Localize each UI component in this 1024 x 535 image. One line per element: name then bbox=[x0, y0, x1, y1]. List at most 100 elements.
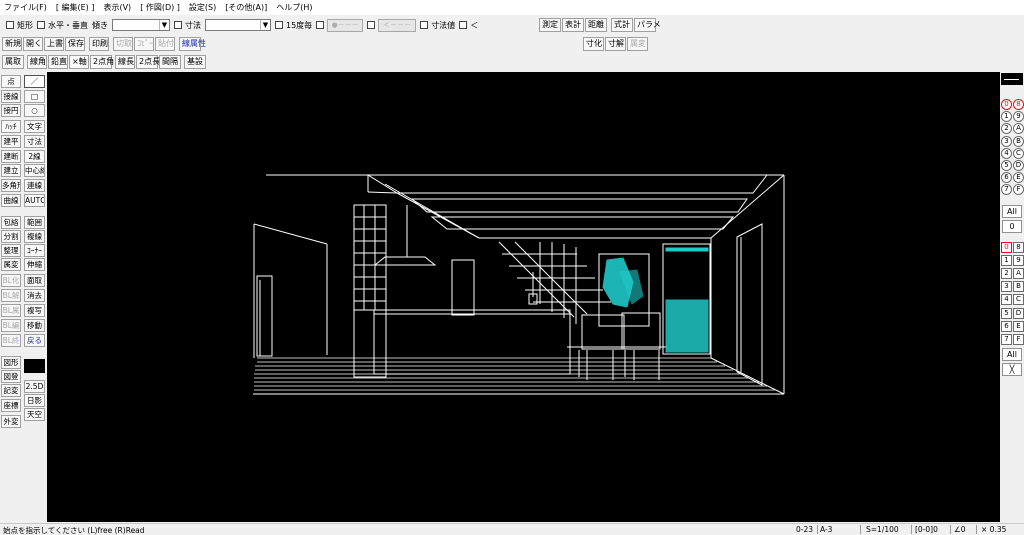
open-button[interactable]: 開く bbox=[23, 37, 43, 51]
palette-tool-9[interactable]: 包絡 bbox=[1, 216, 21, 229]
menu-file[interactable]: ファイル(F) bbox=[4, 2, 47, 13]
palette-tool-b9[interactable]: 範囲 bbox=[24, 216, 45, 229]
palette-tool-21[interactable]: 座標 bbox=[1, 399, 21, 412]
copy-button[interactable]: ｺﾋﾟｰ bbox=[134, 37, 154, 51]
dim-convert-button[interactable]: 寸化 bbox=[583, 37, 604, 51]
layer-button[interactable]: 9 bbox=[1013, 255, 1024, 267]
palette-tool-12[interactable]: 属変 bbox=[1, 258, 21, 271]
status-scale[interactable]: S=1/100 bbox=[866, 525, 899, 534]
layer-group-button[interactable]: 3 bbox=[1001, 135, 1012, 147]
layer-button[interactable]: A bbox=[1013, 268, 1024, 280]
menu-settings[interactable]: 設定(S) bbox=[189, 2, 216, 13]
layer-zero-button[interactable]: 0 bbox=[1002, 220, 1022, 233]
arrow-checkbox[interactable] bbox=[367, 21, 376, 29]
palette-tool-b8[interactable]: AUTO bbox=[24, 194, 45, 207]
attr-change-button[interactable]: 属変 bbox=[627, 37, 648, 51]
overwrite-button[interactable]: 上書 bbox=[44, 37, 64, 51]
palette-tool-b3[interactable]: 文字 bbox=[24, 120, 45, 133]
dim-release-button[interactable]: 寸解 bbox=[605, 37, 626, 51]
palette-tool-20[interactable]: 記変 bbox=[1, 384, 21, 397]
layer-group-button[interactable]: 8 bbox=[1013, 99, 1024, 110]
palette-tool-5[interactable]: 建断 bbox=[1, 150, 21, 163]
parameter-button[interactable]: パラメ bbox=[634, 18, 661, 32]
palette-tool-10[interactable]: 分割 bbox=[1, 230, 21, 243]
print-button[interactable]: 印刷 bbox=[89, 37, 109, 51]
table-calc-button[interactable]: 表計 bbox=[562, 18, 584, 32]
palette-tool-b7[interactable]: 連線 bbox=[24, 179, 45, 192]
arrow-line-button[interactable]: ＜－－－ bbox=[378, 18, 417, 32]
palette-tool-2[interactable]: 接円 bbox=[1, 104, 21, 117]
palette-tool-19[interactable]: 図登 bbox=[1, 370, 21, 383]
palette-tool-b11[interactable]: ｺｰﾅｰ bbox=[24, 244, 45, 257]
palette-tool-b16[interactable]: 移動 bbox=[24, 319, 45, 332]
lt-checkbox[interactable] bbox=[459, 21, 468, 29]
palette-tool-b0[interactable]: ／ bbox=[24, 75, 45, 88]
menu-other[interactable]: [その他(A)] bbox=[225, 2, 267, 13]
palette-tool-b6[interactable]: 中心線 bbox=[24, 164, 45, 177]
distance-button[interactable]: 距離 bbox=[585, 18, 607, 32]
dimval-checkbox[interactable] bbox=[420, 21, 429, 29]
status-zoom[interactable]: × 0.35 bbox=[981, 525, 1006, 534]
line-angle-button[interactable]: 線角 bbox=[27, 55, 47, 69]
layer-button[interactable]: 5 bbox=[1001, 307, 1012, 319]
palette-tool-b1[interactable]: □ bbox=[24, 90, 45, 103]
line-length-button[interactable]: 線長 bbox=[115, 55, 135, 69]
all-layers-button[interactable]: All bbox=[1002, 348, 1022, 361]
layer-group-button[interactable]: 6 bbox=[1001, 172, 1012, 184]
layer-button[interactable]: 6 bbox=[1001, 320, 1012, 332]
palette-tool-16[interactable]: BL編 bbox=[1, 319, 21, 332]
palette-tool-7[interactable]: 多角形 bbox=[1, 179, 21, 192]
palette-tool-b10[interactable]: 複線 bbox=[24, 230, 45, 243]
dot-checkbox[interactable] bbox=[316, 21, 325, 29]
dim-combo[interactable]: ▼ bbox=[205, 19, 271, 31]
layer-group-button[interactable]: 4 bbox=[1001, 147, 1012, 159]
layer-button[interactable]: 2 bbox=[1001, 268, 1012, 280]
palette-tool-14[interactable]: BL解 bbox=[1, 289, 21, 302]
status-layer-group[interactable]: [0-0]0 bbox=[915, 525, 938, 534]
palette-tool-0[interactable]: 点 bbox=[1, 75, 21, 88]
layer-group-button[interactable]: 0 bbox=[1001, 99, 1012, 110]
layer-group-button[interactable]: C bbox=[1013, 147, 1024, 159]
palette-tool-22[interactable]: 外変 bbox=[1, 415, 21, 428]
palette-tool-18[interactable]: 図形 bbox=[1, 356, 21, 369]
layer-button[interactable]: C bbox=[1013, 294, 1024, 306]
layer-group-button[interactable]: D bbox=[1013, 160, 1024, 171]
layer-group-button[interactable]: 7 bbox=[1001, 184, 1012, 196]
layer-button[interactable]: 4 bbox=[1001, 294, 1012, 306]
palette-tool-b14[interactable]: 消去 bbox=[24, 289, 45, 302]
menu-draw[interactable]: [ 作図(D) ] bbox=[140, 2, 180, 13]
cut-button[interactable]: 切取 bbox=[113, 37, 133, 51]
base-set-button[interactable]: 基設 bbox=[184, 55, 206, 69]
layer-group-button[interactable]: 2 bbox=[1001, 123, 1012, 135]
palette-tool-3[interactable]: ﾊｯﾁ bbox=[1, 120, 21, 133]
palette-tool-15[interactable]: BL属 bbox=[1, 304, 21, 317]
status-angle[interactable]: ∠0 bbox=[954, 525, 966, 534]
hv-checkbox[interactable] bbox=[37, 21, 45, 29]
interval-button[interactable]: 間隔 bbox=[159, 55, 181, 69]
palette-tool-b20[interactable]: 天空 bbox=[24, 408, 45, 421]
close-icon[interactable]: ╳ bbox=[1002, 363, 1022, 376]
menu-help[interactable]: ヘルプ(H) bbox=[276, 2, 312, 13]
palette-tool-b15[interactable]: 複写 bbox=[24, 304, 45, 317]
status-paper[interactable]: A-3 bbox=[820, 525, 832, 534]
palette-tool-b19[interactable]: 日影 bbox=[24, 394, 45, 407]
palette-tool-b2[interactable]: ○ bbox=[24, 104, 45, 117]
layer-button[interactable]: 1 bbox=[1001, 255, 1012, 267]
menu-edit[interactable]: [ 編集(E) ] bbox=[56, 2, 95, 13]
layer-button[interactable]: D bbox=[1013, 307, 1024, 319]
layer-group-button[interactable]: 1 bbox=[1001, 111, 1012, 123]
all-layer-groups-button[interactable]: All bbox=[1002, 205, 1022, 218]
palette-tool-6[interactable]: 建立 bbox=[1, 164, 21, 177]
vertical-button[interactable]: 鉛直 bbox=[48, 55, 68, 69]
palette-tool-b13[interactable]: 面取 bbox=[24, 274, 45, 287]
x-axis-button[interactable]: ×軸 bbox=[69, 55, 89, 69]
palette-tool-8[interactable]: 曲線 bbox=[1, 194, 21, 207]
palette-tool-b5[interactable]: 2線 bbox=[24, 150, 45, 163]
new-button[interactable]: 新規 bbox=[2, 37, 22, 51]
palette-tool-13[interactable]: BL化 bbox=[1, 274, 21, 287]
palette-tool-4[interactable]: 建平 bbox=[1, 135, 21, 148]
layer-button[interactable]: 3 bbox=[1001, 281, 1012, 293]
layer-group-button[interactable]: A bbox=[1013, 123, 1024, 135]
two-point-length-button[interactable]: 2点長 bbox=[136, 55, 160, 69]
rect-checkbox[interactable] bbox=[6, 21, 14, 29]
